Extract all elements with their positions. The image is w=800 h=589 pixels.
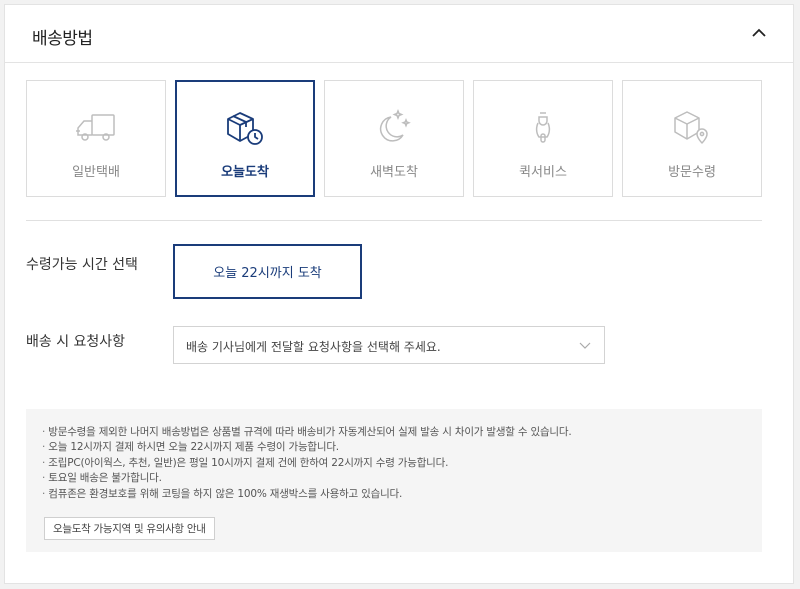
- method-today-arrival[interactable]: 오늘도착: [175, 80, 315, 197]
- delivery-request-placeholder: 배송 기사님에게 전달할 요청사항을 선택해 주세요.: [186, 340, 441, 354]
- notice-item: 컴퓨존은 환경보호를 위해 코팅을 하지 않은 100% 재생박스를 사용하고 …: [42, 487, 571, 502]
- notice-item: 조립PC(아이웍스, 추천, 일반)은 평일 10시까지 결제 건에 한하여 2…: [42, 456, 571, 471]
- method-label: 방문수령: [668, 165, 716, 180]
- collapse-button[interactable]: [745, 19, 773, 47]
- delivery-method-options: 일반택배 오늘도착 새벽도착 퀵서비스 방문수령: [26, 80, 762, 197]
- method-label: 새벽도착: [370, 165, 418, 180]
- box-location-icon: [674, 111, 708, 144]
- method-general-delivery[interactable]: 일반택배: [26, 80, 166, 197]
- scooter-icon: [535, 112, 551, 143]
- delivery-request-select[interactable]: 배송 기사님에게 전달할 요청사항을 선택해 주세요.: [173, 326, 605, 364]
- today-arrival-guide-button[interactable]: 오늘도착 가능지역 및 유의사항 안내: [44, 517, 215, 540]
- section-divider: [26, 220, 762, 221]
- notice-item: 방문수령을 제외한 나머지 배송방법은 상품별 규격에 따라 배송비가 자동계산…: [42, 425, 571, 440]
- method-quick-service[interactable]: 퀵서비스: [473, 80, 613, 197]
- delivery-request-label: 배송 시 요청사항: [26, 334, 126, 350]
- time-option-button[interactable]: 오늘 22시까지 도착: [173, 244, 362, 299]
- truck-icon: [76, 114, 115, 141]
- notice-item: 토요일 배송은 불가합니다.: [42, 471, 571, 486]
- method-label: 퀵서비스: [519, 165, 567, 180]
- method-dawn-arrival[interactable]: 새벽도착: [324, 80, 464, 197]
- panel-title: 배송방법: [32, 29, 93, 49]
- method-store-pickup[interactable]: 방문수령: [622, 80, 762, 197]
- method-label: 일반택배: [72, 165, 120, 180]
- box-clock-icon: [227, 112, 263, 145]
- chevron-up-icon: [752, 28, 766, 37]
- moon-stars-icon: [379, 108, 411, 142]
- notice-item: 오늘 12시까지 결제 하시면 오늘 22시까지 제품 수령이 가능합니다.: [42, 440, 571, 455]
- notice-list: 방문수령을 제외한 나머지 배송방법은 상품별 규격에 따라 배송비가 자동계산…: [42, 425, 571, 502]
- time-selection-label: 수령가능 시간 선택: [26, 257, 138, 273]
- chevron-down-icon: [579, 342, 591, 349]
- notice-box: 방문수령을 제외한 나머지 배송방법은 상품별 규격에 따라 배송비가 자동계산…: [26, 409, 762, 552]
- panel-header: 배송방법: [5, 5, 793, 63]
- method-label: 오늘도착: [221, 165, 269, 180]
